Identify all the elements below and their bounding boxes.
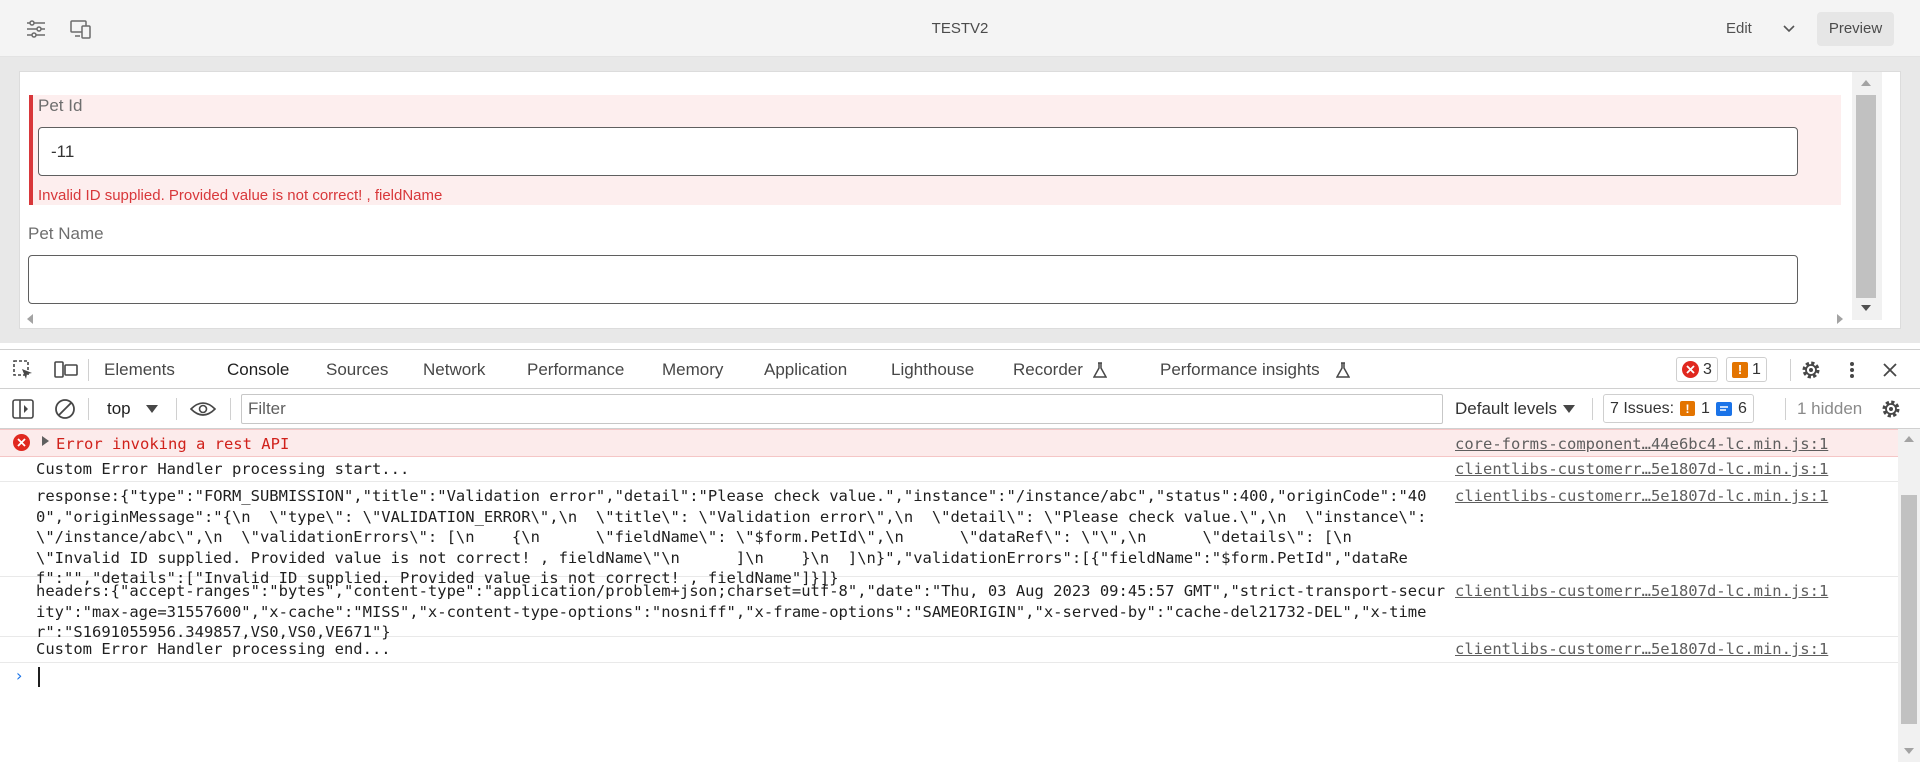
inspect-element-icon[interactable] <box>11 358 35 382</box>
tab-performance-insights[interactable]: Performance insights <box>1160 350 1320 390</box>
issues-info-count: 6 <box>1737 399 1747 417</box>
console-settings-gear-icon[interactable] <box>1878 397 1904 421</box>
preview-button[interactable]: Preview <box>1817 12 1894 46</box>
divider <box>1592 398 1593 420</box>
scroll-up-arrow-icon[interactable] <box>1856 76 1876 90</box>
tab-memory[interactable]: Memory <box>662 350 723 390</box>
warning-icon: ! <box>1680 401 1696 416</box>
divider <box>230 398 231 420</box>
caret-down-icon[interactable] <box>1562 401 1576 417</box>
scroll-down-arrow-icon[interactable] <box>1856 301 1876 315</box>
scroll-up-arrow-icon[interactable] <box>1901 432 1917 446</box>
form-scroll-thumb[interactable] <box>1856 95 1876 298</box>
sidebar-toggle-icon[interactable] <box>11 397 35 421</box>
scroll-down-arrow-icon[interactable] <box>1901 744 1917 758</box>
console-source-link[interactable]: clientlibs-customerr…5e1807d-lc.min.js:1 <box>1455 459 1828 480</box>
tab-recorder[interactable]: Recorder <box>1013 350 1083 390</box>
console-message-text: headers:{"accept-ranges":"bytes","conten… <box>36 582 1446 641</box>
form-horizontal-scrollbar[interactable] <box>20 309 1852 328</box>
eye-icon[interactable] <box>188 397 218 421</box>
editor-toolbar: TESTV2 Edit Preview <box>0 0 1920 57</box>
console-message-text: response:{"type":"FORM_SUBMISSION","titl… <box>36 487 1436 587</box>
console-message-error[interactable]: Error invoking a rest API core-forms-com… <box>0 429 1898 457</box>
flask-icon <box>1091 360 1109 380</box>
form-frame: Pet Id -11 Invalid ID supplied. Provided… <box>19 71 1901 329</box>
hidden-count: 1 hidden <box>1797 399 1863 418</box>
pet-id-input[interactable]: -11 <box>38 127 1798 176</box>
console-log: Error invoking a rest API core-forms-com… <box>0 429 1898 762</box>
console-message[interactable]: Custom Error Handler processing end... c… <box>0 637 1898 663</box>
tab-performance[interactable]: Performance <box>527 350 624 390</box>
error-count: 3 <box>1703 360 1712 378</box>
warning-icon: ! <box>1732 361 1748 378</box>
error-icon <box>13 434 30 451</box>
scroll-left-arrow-icon[interactable] <box>24 312 36 326</box>
console-source-link[interactable]: clientlibs-customerr…5e1807d-lc.min.js:1 <box>1455 581 1828 602</box>
console-message[interactable]: Custom Error Handler processing start...… <box>0 457 1898 482</box>
issues-label: 7 Issues: <box>1610 399 1675 417</box>
divider <box>176 398 177 420</box>
console-message[interactable]: response:{"type":"FORM_SUBMISSION","titl… <box>0 482 1898 587</box>
error-count-badge[interactable]: 3 <box>1676 357 1718 382</box>
page-title: TESTV2 <box>931 20 989 37</box>
tab-sources[interactable]: Sources <box>326 350 388 390</box>
console-source-link[interactable]: core-forms-component…44e6bc4-lc.min.js:1 <box>1455 434 1828 455</box>
info-message-icon <box>1715 401 1732 416</box>
console-toolbar: top Filter Default levels 7 Issues: ! 1 … <box>0 389 1920 429</box>
warning-count-badge[interactable]: ! 1 <box>1726 357 1767 382</box>
devtools-tab-bar: Elements Console Sources Network Perform… <box>0 349 1920 391</box>
divider <box>88 359 89 381</box>
caret-down-icon[interactable] <box>145 401 159 417</box>
pet-id-label: Pet Id <box>38 96 83 115</box>
console-source-link[interactable]: clientlibs-customerr…5e1807d-lc.min.js:1 <box>1455 639 1828 660</box>
tab-console[interactable]: Console <box>214 350 302 391</box>
warning-count: 1 <box>1752 360 1761 378</box>
prompt-chevron-icon: › <box>16 666 23 685</box>
console-message[interactable]: headers:{"accept-ranges":"bytes","conten… <box>0 577 1898 641</box>
filter-input[interactable]: Filter <box>241 394 1443 424</box>
sliders-icon[interactable] <box>21 14 51 44</box>
console-prompt[interactable]: › <box>0 663 1898 689</box>
pet-id-error-message: Invalid ID supplied. Provided value is n… <box>38 187 443 204</box>
console-message-text: Custom Error Handler processing end... <box>36 640 391 658</box>
console-source-link[interactable]: clientlibs-customerr…5e1807d-lc.min.js:1 <box>1455 486 1828 507</box>
scroll-right-arrow-icon[interactable] <box>1834 312 1846 326</box>
device-emulator-icon[interactable] <box>66 14 96 44</box>
context-selector[interactable]: top <box>107 399 131 419</box>
expand-triangle-icon[interactable] <box>42 436 49 446</box>
flask-icon <box>1334 360 1352 380</box>
console-scroll-thumb[interactable] <box>1901 495 1917 724</box>
pet-name-label: Pet Name <box>28 224 104 243</box>
divider <box>1790 359 1791 381</box>
text-cursor <box>38 667 40 687</box>
console-message-text: Custom Error Handler processing start... <box>36 460 410 478</box>
divider <box>1785 398 1786 420</box>
tab-application[interactable]: Application <box>764 350 847 390</box>
tab-network[interactable]: Network <box>423 350 485 390</box>
clear-console-icon[interactable] <box>53 397 77 421</box>
close-icon[interactable] <box>1878 358 1902 382</box>
tab-lighthouse[interactable]: Lighthouse <box>891 350 974 390</box>
chevron-down-icon[interactable] <box>1780 18 1798 38</box>
more-options-icon[interactable] <box>1840 358 1864 382</box>
error-icon <box>1682 361 1699 378</box>
issues-warning-count: 1 <box>1701 399 1710 417</box>
divider <box>88 398 89 420</box>
edit-mode-label[interactable]: Edit <box>1726 20 1752 37</box>
device-toolbar-icon[interactable] <box>53 358 79 382</box>
log-levels-dropdown[interactable]: Default levels <box>1455 399 1557 419</box>
issues-badge[interactable]: 7 Issues: ! 1 6 <box>1603 394 1754 423</box>
tab-elements[interactable]: Elements <box>104 350 175 390</box>
gear-icon[interactable] <box>1798 358 1824 382</box>
console-message-text: Error invoking a rest API <box>56 435 290 453</box>
pet-name-input[interactable] <box>28 255 1798 304</box>
